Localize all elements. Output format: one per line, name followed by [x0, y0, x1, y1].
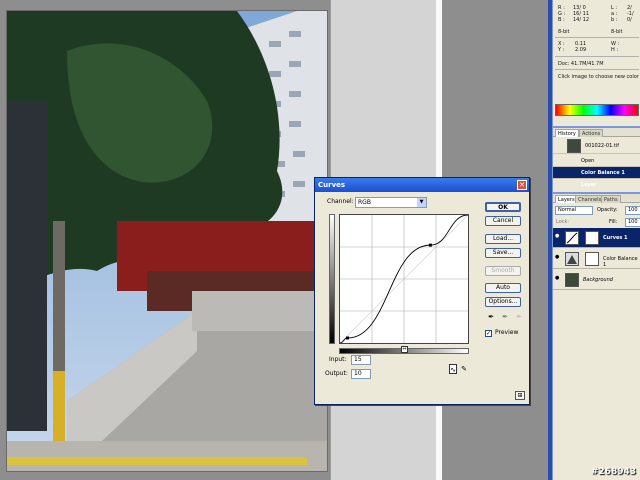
eye-icon[interactable]: ●: [555, 255, 560, 260]
layers-tabs: Layers Channels Paths: [553, 194, 640, 203]
pole-stripes: [53, 371, 65, 451]
output-label: Output:: [325, 370, 348, 377]
tab-history[interactable]: History: [555, 129, 579, 137]
layers-palette: Layers Channels Paths Normal Opacity: 10…: [553, 192, 640, 480]
opacity-label: Opacity:: [597, 207, 618, 213]
load-button[interactable]: Load...: [485, 234, 521, 244]
history-item-open[interactable]: Open: [553, 155, 640, 167]
channel-label: Channel:: [327, 198, 354, 205]
input-field[interactable]: 15: [351, 355, 371, 365]
save-button[interactable]: Save...: [485, 248, 521, 258]
info-h-label: H :: [611, 47, 619, 53]
curves-adjustment-icon: [565, 231, 579, 245]
preview-checkbox[interactable]: ✓: [485, 330, 492, 337]
curves-dialog: Curves ✕ Channel: RGB ▼ ⇔ Input: 15 Outp…: [314, 177, 530, 405]
close-icon[interactable]: ✕: [517, 180, 527, 190]
palette-column: R : G : B : 13/ 0 16/ 11 14/ 12 L : a : …: [552, 0, 640, 480]
options-button[interactable]: Options...: [485, 297, 521, 307]
gray-eyedropper-icon[interactable]: ✒: [501, 312, 509, 322]
snapshot-thumbnail: [567, 139, 581, 153]
yellow-curb: [7, 457, 307, 465]
channel-select[interactable]: RGB ▼: [355, 197, 427, 208]
background-thumbnail: [565, 273, 579, 287]
upper-wall: [192, 291, 327, 331]
layer-name: Background: [583, 277, 613, 283]
info-b-label: B :: [558, 17, 565, 23]
history-item-label: Open: [581, 158, 595, 164]
info-separator: [555, 37, 639, 38]
curves-title-bar[interactable]: Curves: [315, 178, 529, 192]
layer-row-color-balance[interactable]: ● Color Balance 1: [553, 249, 640, 269]
info-bit-left: 8-bit: [558, 29, 570, 35]
curve-draw-icon[interactable]: ∿: [449, 364, 457, 374]
expand-dialog-icon[interactable]: ⊞: [515, 391, 525, 400]
history-tabs: History Actions: [553, 128, 640, 137]
chevron-down-icon[interactable]: ▼: [417, 198, 426, 207]
eye-icon[interactable]: ●: [555, 234, 560, 239]
input-label: Input:: [329, 356, 347, 363]
info-bb-value: 0/: [627, 17, 632, 23]
ok-button[interactable]: OK: [485, 202, 521, 212]
left-wall: [7, 101, 47, 431]
cancel-button[interactable]: Cancel: [485, 216, 521, 226]
snapshot-name: 001022-01.tif: [585, 143, 619, 149]
layer-row-background[interactable]: ● Background: [553, 270, 640, 290]
black-eyedropper-icon[interactable]: ✒: [487, 312, 495, 322]
color-balance-adjustment-icon: [565, 252, 579, 266]
info-hint: Click image to choose new color: [558, 74, 639, 80]
opacity-input[interactable]: 100: [625, 206, 640, 215]
info-doc-size: Doc: 41.7M/41.7M: [558, 61, 604, 67]
expand-icon[interactable]: ⇔: [401, 346, 408, 353]
history-item-label: Color Balance 1 Layer: [581, 170, 625, 188]
output-field[interactable]: 10: [351, 369, 371, 379]
layer-name: Color Balance 1: [603, 256, 638, 268]
sidewalk: [7, 441, 327, 471]
color-ramp[interactable]: [555, 104, 639, 116]
curve-control-point[interactable]: [428, 243, 432, 247]
preview-label: Preview: [495, 329, 519, 336]
layer-mask-thumbnail: [585, 252, 599, 266]
info-separator-2: [555, 56, 639, 57]
history-item-color-balance[interactable]: Color Balance 1 Layer: [553, 167, 640, 188]
fill-input[interactable]: 100: [625, 218, 640, 227]
tab-channels[interactable]: Channels: [575, 195, 605, 203]
blend-mode-select[interactable]: Normal: [555, 206, 593, 215]
history-snapshot[interactable]: 001022-01.tif: [553, 138, 640, 154]
tab-actions[interactable]: Actions: [579, 129, 604, 137]
info-palette: R : G : B : 13/ 0 16/ 11 14/ 12 L : a : …: [553, 0, 640, 98]
tab-paths[interactable]: Paths: [601, 195, 621, 203]
auto-button[interactable]: Auto: [485, 283, 521, 293]
info-bb-label: b :: [611, 17, 618, 23]
info-separator-3: [555, 69, 639, 70]
info-y-value: 2.09: [575, 47, 587, 53]
info-b-value: 14/ 12: [573, 17, 589, 23]
photo-image[interactable]: [7, 11, 327, 471]
history-palette: History Actions 001022-01.tif Open Color…: [553, 126, 640, 188]
layer-name: Curves 1: [603, 235, 628, 241]
dialog-title: Curves: [318, 181, 346, 189]
pencil-icon[interactable]: ✎: [460, 364, 468, 374]
info-y-label: Y :: [558, 47, 565, 53]
white-eyedropper-icon[interactable]: ✒: [515, 312, 523, 322]
curve-svg[interactable]: [339, 214, 469, 344]
curve-control-point[interactable]: [346, 336, 350, 340]
channel-value: RGB: [358, 199, 371, 206]
document-window[interactable]: [6, 10, 328, 472]
fill-label: Fill:: [609, 219, 618, 225]
watermark: #268943: [590, 467, 636, 477]
info-bit-right: 8-bit: [611, 29, 623, 35]
eye-icon[interactable]: ●: [555, 276, 560, 281]
layer-mask-thumbnail: [585, 231, 599, 245]
lock-label: Lock:: [556, 219, 570, 225]
layer-row-curves[interactable]: ● Curves 1: [553, 228, 640, 248]
output-gradient-bar: [329, 214, 335, 344]
smooth-button: Smooth: [485, 266, 521, 276]
curve-graph[interactable]: [339, 214, 469, 344]
